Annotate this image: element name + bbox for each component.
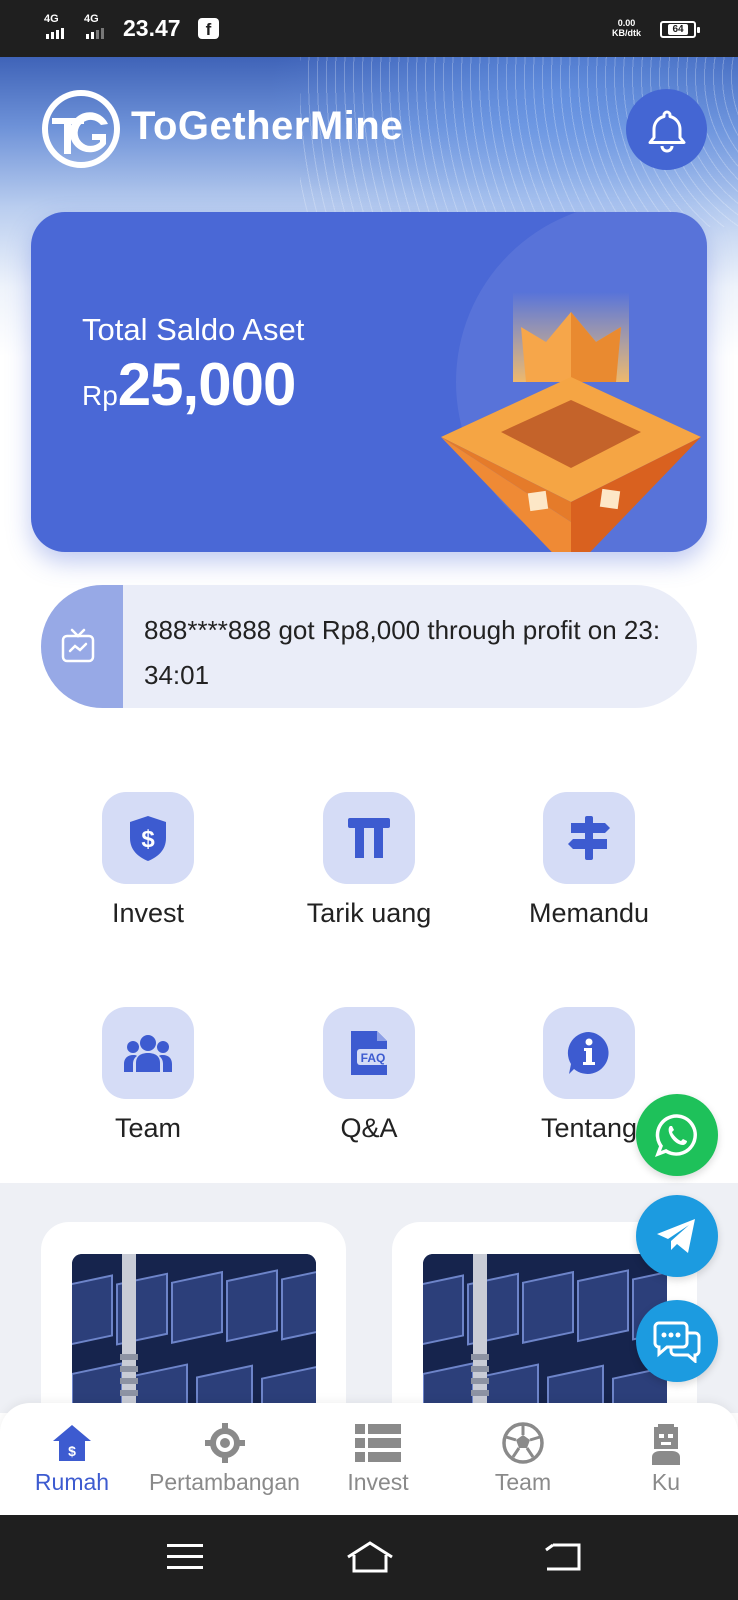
svg-text:$: $ (141, 826, 155, 853)
back-icon[interactable] (543, 1542, 581, 1572)
info-icon (567, 1031, 609, 1074)
list-icon (355, 1424, 401, 1462)
home-icon[interactable] (346, 1541, 394, 1573)
menu-team[interactable]: Team (68, 1007, 228, 1144)
svg-text:FAQ: FAQ (361, 1051, 386, 1065)
clock: 23.47 (123, 15, 181, 41)
tv-icon (61, 628, 95, 663)
bell-icon (648, 110, 685, 152)
menu-qa-label: Q&A (340, 1113, 398, 1143)
faq-icon: FAQ (351, 1031, 389, 1075)
menu-qa[interactable]: FAQ Q&A (289, 1007, 449, 1144)
signal-icon-1 (46, 28, 64, 39)
whatsapp-icon (655, 1114, 697, 1157)
nav-ku-label: Ku (651, 1469, 681, 1495)
chat-icon (653, 1321, 701, 1363)
mining-icon (204, 1423, 245, 1463)
profile-icon (652, 1424, 680, 1465)
nav-pertambangan[interactable]: Pertambangan (142, 1421, 307, 1496)
menu-tarik-uang[interactable]: Tarik uang (289, 792, 449, 929)
nav-ku[interactable]: Ku (626, 1421, 706, 1496)
menu-memandu[interactable]: Memandu (509, 792, 669, 929)
balance-card: Total Saldo Aset Rp25,000 (31, 212, 707, 552)
nav-team-label: Team (494, 1469, 552, 1495)
logo-icon (42, 90, 120, 168)
menu-invest-label: Invest (111, 898, 185, 928)
football-icon (502, 1422, 544, 1464)
shield-dollar-icon: $ (130, 816, 166, 861)
nav-rumah[interactable]: $ Rumah (30, 1421, 114, 1496)
home-dollar-icon: $ (53, 1425, 91, 1461)
network-type-2: 4G (84, 13, 99, 25)
battery-icon: 64 (660, 21, 700, 38)
withdraw-icon (348, 818, 390, 858)
notice-text: 888****888 got Rp8,000 through profit on… (144, 615, 661, 690)
crown-box-icon (441, 292, 701, 552)
chat-button[interactable] (636, 1300, 718, 1382)
network-speed: 0.00 KB/dtk (612, 18, 641, 38)
signal-icon-2 (86, 28, 104, 39)
status-bar: 4G 4G 23.47 f 0.00 KB/dtk 64 (0, 0, 738, 57)
menu-team-label: Team (114, 1113, 182, 1143)
menu-memandu-label: Memandu (528, 898, 650, 928)
nav-invest[interactable]: Invest (338, 1421, 418, 1496)
nav-rumah-label: Rumah (34, 1469, 110, 1495)
nav-team[interactable]: Team (483, 1421, 563, 1496)
brand-name: ToGetherMine (131, 104, 403, 148)
users-icon (124, 1035, 172, 1072)
network-type-1: 4G (44, 13, 59, 25)
whatsapp-button[interactable] (636, 1094, 718, 1176)
menu-icon[interactable] (167, 1544, 203, 1570)
menu-invest[interactable]: $ Invest (68, 792, 228, 929)
menu-tarik-uang-label: Tarik uang (306, 898, 432, 928)
nav-pertambangan-label: Pertambangan (149, 1469, 300, 1495)
facebook-icon: f (198, 18, 219, 39)
notification-button[interactable] (626, 89, 707, 170)
signpost-icon (568, 816, 610, 860)
system-nav-bar (0, 1515, 738, 1600)
telegram-icon (657, 1219, 695, 1253)
telegram-button[interactable] (636, 1195, 718, 1277)
nav-invest-label: Invest (347, 1469, 409, 1495)
balance-amount: Rp25,000 (82, 351, 296, 418)
svg-text:$: $ (68, 1443, 76, 1459)
bottom-nav: $ Rumah Pertambangan Invest Team Ku (0, 1403, 738, 1515)
balance-label: Total Saldo Aset (82, 312, 305, 347)
notice-ticker: 888****888 got Rp8,000 through profit on… (41, 585, 697, 708)
